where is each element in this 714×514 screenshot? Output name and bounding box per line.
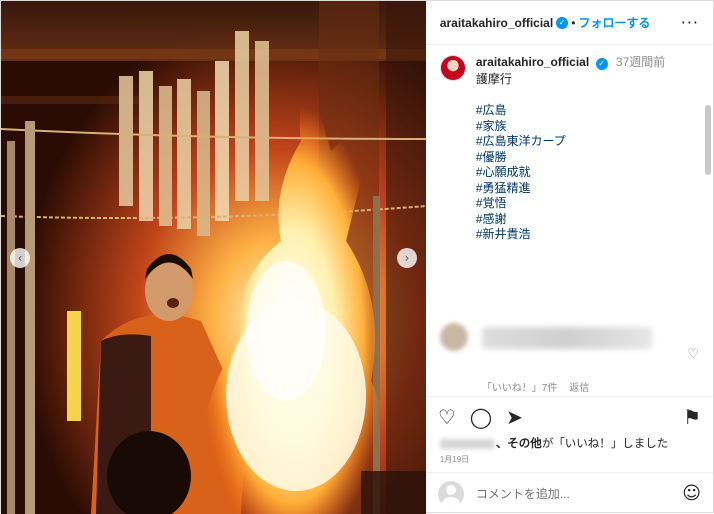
hashtag-list: #広島 #家族 #広島東洋カープ #優勝 #心願成就 #勇猛精進 #覚悟 #感謝…	[476, 103, 665, 243]
previous-photo-button[interactable]: ‹	[10, 248, 30, 268]
hashtag-link[interactable]: #新井貴浩	[476, 227, 665, 243]
like-heart-icon[interactable]: ♡	[438, 405, 456, 429]
caption-text: 護摩行	[475, 71, 512, 86]
comment-meta: 「いいね！」7件 返信	[482, 379, 590, 394]
header-username[interactable]: araitakahiro_official	[440, 16, 553, 30]
caption-username[interactable]: araitakahiro_official	[476, 55, 589, 69]
header-separator: •	[571, 15, 576, 30]
next-photo-button[interactable]: ›	[397, 248, 417, 268]
caption: araitakahiro_official ✓ 37週間前 護摩行 #広島 #家…	[439, 55, 699, 243]
follow-button[interactable]: フォローする	[578, 14, 650, 31]
post-side-panel: araitakahiro_official ✓ • フォローする ··· ara…	[425, 1, 713, 514]
instagram-post: ‹ › araitakahiro_official ✓ • フォローする ···…	[0, 0, 714, 514]
comments-area[interactable]: araitakahiro_official ✓ 37週間前 護摩行 #広島 #家…	[426, 45, 713, 396]
verified-badge-icon: ✓	[595, 58, 608, 70]
hashtag-link[interactable]: #覚悟	[476, 196, 665, 212]
reply-button[interactable]: 返信	[569, 383, 589, 394]
hashtag-link[interactable]: #心願成就	[476, 165, 665, 181]
hashtag-link[interactable]: #勇猛精進	[476, 181, 665, 197]
avatar[interactable]	[439, 55, 466, 81]
fire-ritual-photo	[1, 1, 426, 514]
verified-badge-icon: ✓	[556, 16, 569, 29]
comments-scrollbar[interactable]	[705, 105, 711, 175]
comment-likes-count[interactable]: 「いいね！」7件	[482, 383, 558, 394]
hashtag-link[interactable]: #家族	[476, 119, 665, 135]
comment-bubble-icon[interactable]: ◯	[470, 405, 492, 429]
caption-body: araitakahiro_official ✓ 37週間前 護摩行 #広島 #家…	[476, 55, 665, 243]
add-comment-bar: ☺	[425, 472, 713, 514]
more-options-icon[interactable]: ···	[681, 13, 699, 32]
post-date[interactable]: 1月19日	[426, 452, 713, 472]
comment-like-icon[interactable]: ♡	[687, 347, 699, 362]
hashtag-link[interactable]: #広島東洋カープ	[476, 134, 665, 150]
emoji-icon[interactable]: ☺	[682, 483, 701, 504]
blurred-username	[439, 438, 494, 449]
liked-by-others-link[interactable]: 、その他	[496, 438, 542, 450]
blurred-avatar	[439, 323, 468, 351]
liked-by-suffix: が「いいね！」しました	[541, 438, 669, 450]
post-photo[interactable]: ‹ ›	[1, 1, 426, 514]
action-bar: ♡ ◯ ➤ ⚑	[425, 396, 713, 436]
post-header: araitakahiro_official ✓ • フォローする ···	[425, 1, 713, 45]
hashtag-link[interactable]: #感謝	[476, 212, 665, 228]
blurred-comment-text	[481, 327, 652, 349]
current-user-avatar	[437, 480, 464, 507]
comment-input[interactable]	[475, 486, 656, 501]
caption-timestamp[interactable]: 37週間前	[616, 55, 665, 69]
liked-by-line: 、その他が「いいね！」しました	[426, 436, 713, 452]
share-icon[interactable]: ➤	[506, 405, 523, 429]
hashtag-link[interactable]: #優勝	[476, 150, 665, 166]
bookmark-icon[interactable]: ⚑	[683, 405, 701, 429]
hashtag-link[interactable]: #広島	[476, 103, 665, 119]
